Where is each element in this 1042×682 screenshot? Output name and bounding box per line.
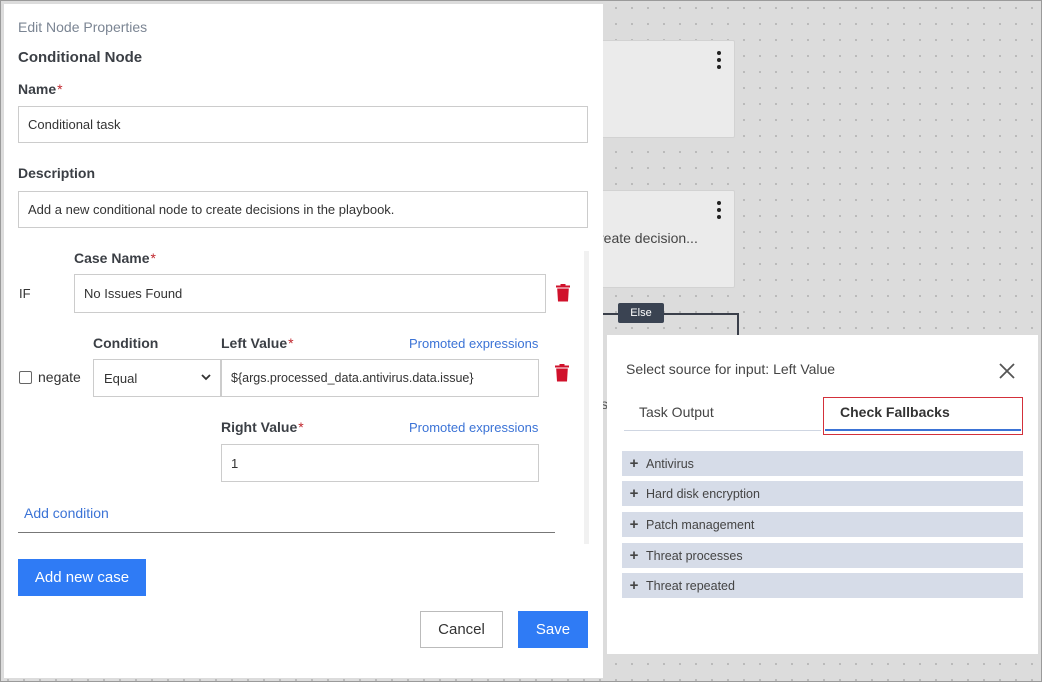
left-value-input[interactable]: ${args.processed_data.antivirus.data.iss… bbox=[221, 359, 539, 397]
plus-icon: + bbox=[629, 455, 639, 472]
node-type-title: Conditional Node bbox=[18, 49, 143, 66]
canvas-node-2[interactable]: reate decision... bbox=[590, 190, 735, 288]
tab-task-output[interactable]: Task Output bbox=[639, 404, 714, 420]
source-panel-title: Select source for input: Left Value bbox=[626, 361, 836, 377]
name-label: Name* bbox=[18, 81, 63, 97]
required-mark: * bbox=[298, 419, 304, 435]
fallback-item-label: Threat repeated bbox=[646, 578, 735, 593]
fallback-item-antivirus[interactable]: + Antivirus bbox=[622, 451, 1023, 476]
description-label: Description bbox=[18, 165, 96, 181]
else-badge: Else bbox=[618, 303, 664, 323]
else-connector-drop bbox=[737, 313, 739, 335]
negate-checkbox[interactable] bbox=[19, 371, 32, 384]
select-source-panel: Select source for input: Left Value Task… bbox=[607, 335, 1038, 654]
add-condition-link[interactable]: Add condition bbox=[24, 505, 109, 521]
edit-node-panel: Edit Node Properties Conditional Node Na… bbox=[4, 4, 603, 678]
fallback-item-label: Antivirus bbox=[646, 456, 694, 471]
fallback-item-hard-disk-encryption[interactable]: + Hard disk encryption bbox=[622, 481, 1023, 506]
required-mark: * bbox=[288, 335, 294, 351]
if-label: IF bbox=[19, 286, 31, 301]
case-name-input[interactable]: No Issues Found bbox=[74, 274, 546, 313]
name-input[interactable]: Conditional task bbox=[18, 106, 588, 143]
case-name-label: Case Name* bbox=[74, 250, 156, 266]
panel-header: Edit Node Properties bbox=[18, 19, 148, 35]
condition-select[interactable]: Equal bbox=[93, 359, 221, 397]
delete-condition-trash-icon[interactable] bbox=[555, 364, 569, 382]
condition-select-value: Equal bbox=[104, 370, 138, 386]
plus-icon: + bbox=[629, 547, 639, 564]
node-description-text: reate decision... bbox=[599, 230, 698, 246]
node-menu-icon[interactable] bbox=[712, 201, 726, 219]
active-tab-underline bbox=[825, 429, 1021, 431]
node-menu-icon[interactable] bbox=[712, 51, 726, 69]
fallback-item-patch-management[interactable]: + Patch management bbox=[622, 512, 1023, 537]
description-input[interactable]: Add a new conditional node to create dec… bbox=[18, 191, 588, 228]
promoted-expressions-left-link[interactable]: Promoted expressions bbox=[409, 336, 538, 351]
promoted-expressions-right-link[interactable]: Promoted expressions bbox=[409, 420, 538, 435]
right-value-input[interactable]: 1 bbox=[221, 444, 539, 482]
delete-case-trash-icon[interactable] bbox=[556, 284, 570, 302]
case-scrollbar[interactable] bbox=[584, 251, 589, 544]
required-mark: * bbox=[57, 81, 63, 97]
required-mark: * bbox=[150, 250, 156, 266]
canvas-node-1[interactable] bbox=[590, 40, 735, 138]
fallback-item-label: Threat processes bbox=[646, 548, 743, 563]
plus-icon: + bbox=[629, 577, 639, 594]
negate-label: negate bbox=[38, 369, 81, 385]
fallback-item-threat-repeated[interactable]: + Threat repeated bbox=[622, 573, 1023, 598]
tab-check-fallbacks[interactable]: Check Fallbacks bbox=[840, 404, 950, 420]
add-new-case-button[interactable]: Add new case bbox=[18, 559, 146, 596]
close-icon[interactable] bbox=[997, 361, 1017, 381]
fallback-item-threat-processes[interactable]: + Threat processes bbox=[622, 543, 1023, 568]
condition-label: Condition bbox=[93, 335, 159, 351]
fallback-item-label: Hard disk encryption bbox=[646, 486, 760, 501]
chevron-down-icon bbox=[201, 374, 211, 381]
fallback-item-label: Patch management bbox=[646, 517, 755, 532]
plus-icon: + bbox=[629, 516, 639, 533]
right-value-label: Right Value* bbox=[221, 419, 304, 435]
divider bbox=[18, 532, 555, 533]
left-value-label: Left Value* bbox=[221, 335, 294, 351]
tab-divider bbox=[624, 430, 821, 431]
plus-icon: + bbox=[629, 485, 639, 502]
save-button[interactable]: Save bbox=[518, 611, 588, 648]
cancel-button[interactable]: Cancel bbox=[420, 611, 503, 648]
